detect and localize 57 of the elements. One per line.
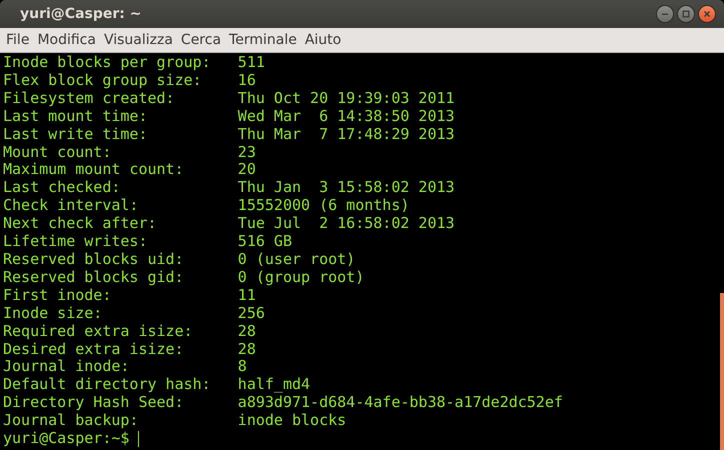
close-icon	[703, 10, 711, 18]
terminal-text: First inode:	[3, 286, 112, 305]
menu-item[interactable]: Visualizza	[100, 32, 177, 48]
terminal-text: Thu Oct 20 19:39:03 2011	[238, 90, 455, 108]
terminal-text: 23	[238, 144, 256, 162]
terminal-text: 15552000 (6 months)	[238, 197, 410, 216]
menu-item[interactable]: Terminale	[225, 32, 301, 48]
terminal-text: Last mount time:	[3, 108, 148, 126]
terminal-text: Desired extra isize:	[3, 340, 185, 358]
menu-item[interactable]: Cerca	[176, 32, 226, 48]
terminal-text: 256	[238, 304, 265, 323]
terminal-text: Wed Mar 6 14:38:50 2013	[238, 108, 455, 126]
menu-item[interactable]: File	[2, 32, 34, 48]
terminal-text: Last checked:	[3, 179, 122, 198]
terminal-text: Filesystem created:	[3, 90, 176, 108]
menu-item[interactable]: Modifica	[33, 32, 100, 48]
minimize-button[interactable]	[656, 5, 674, 23]
terminal-text: Default directory hash:	[3, 376, 212, 394]
terminal-text: Journal backup:	[3, 412, 140, 430]
close-button[interactable]	[698, 5, 716, 23]
terminal-text: Lifetime writes:	[3, 233, 148, 251]
terminal-text: Next check after:	[3, 215, 158, 234]
terminal-text: Directory Hash Seed:	[3, 394, 185, 412]
maximize-icon	[682, 10, 690, 18]
terminal-text: 0 (group root)	[238, 268, 364, 287]
maximize-button[interactable]	[677, 5, 695, 23]
window-title: yuri@Casper: ~	[20, 6, 142, 22]
scrollbar-thumb[interactable]	[720, 293, 724, 450]
terminal-text: Flex block group size:	[3, 72, 203, 90]
terminal-text: 28	[238, 322, 256, 340]
terminal-text: Tue Jul 2 16:58:02 2013	[238, 215, 455, 234]
terminal-text: inode blocks	[238, 412, 346, 430]
terminal-text: 28	[238, 340, 256, 358]
terminal-text: Thu Mar 7 17:48:29 2013	[238, 126, 455, 144]
terminal-text: Thu Jan 3 15:58:02 2013	[238, 179, 455, 198]
terminal-text: Check interval:	[3, 197, 140, 216]
menu-item[interactable]: Aiuto	[300, 32, 346, 48]
terminal-text: 511	[238, 54, 265, 72]
terminal-text: 16	[238, 72, 256, 90]
terminal-text: 0 (user root)	[238, 250, 356, 269]
terminal-text: a893d971-d684-4afe-bb38-a17de2dc52ef	[238, 394, 563, 412]
terminal-text: 11	[238, 286, 256, 305]
terminal-text: Journal inode:	[3, 358, 130, 376]
terminal-text: half_md4	[238, 376, 310, 394]
terminal-text: Inode size:	[3, 304, 104, 323]
terminal-text: Maximum mount count:	[3, 161, 185, 180]
terminal-text: Required extra isize:	[3, 322, 194, 340]
shell-prompt: yuri@Casper:~$	[3, 430, 130, 448]
text-cursor	[138, 431, 140, 448]
terminal-text: Mount count:	[3, 144, 112, 162]
terminal-text: Inode blocks per group:	[3, 54, 212, 72]
terminal-text: 20	[238, 161, 256, 180]
terminal-text: 8	[238, 358, 247, 376]
terminal-text: Last write time:	[3, 126, 148, 144]
terminal-text: 516 GB	[238, 233, 292, 251]
terminal-text: Reserved blocks gid:	[3, 268, 185, 287]
terminal-text: Reserved blocks uid:	[3, 250, 185, 269]
